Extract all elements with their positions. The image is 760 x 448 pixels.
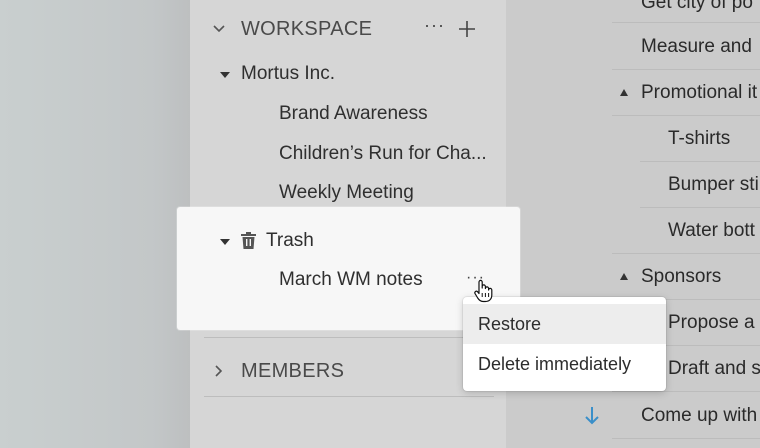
hand-cursor-icon [473,279,495,308]
plus-icon[interactable] [456,18,478,40]
task-item[interactable]: Bumper sti [668,162,759,208]
page-label: Weekly Meeting [279,182,414,203]
menu-item-label: Delete immediately [478,353,632,374]
task-label: Get city of po [641,0,753,13]
arrow-down-icon[interactable] [584,406,600,432]
divider [612,391,760,392]
divider [204,337,494,338]
task-label: T-shirts [668,128,731,149]
trash-label: Trash [266,230,314,251]
task-label: Measure and [641,36,752,57]
task-item[interactable]: Draft and s [668,346,760,392]
caret-down-icon[interactable] [220,72,230,78]
caret-up-icon[interactable] [620,273,628,280]
task-item[interactable]: Come up with [585,393,758,439]
divider [204,396,494,397]
context-menu: Restore Delete immediately [463,297,666,391]
task-label: Propose a [668,312,755,333]
task-item[interactable]: T-shirts [668,116,730,162]
trash-item-label: March WM notes [279,269,423,290]
members-header[interactable]: MEMBERS [190,351,506,391]
caret-down-icon[interactable] [220,239,230,245]
org-label: Mortus Inc. [241,63,335,84]
task-label: Come up with [641,405,758,426]
task-label: Promotional it [641,82,758,103]
task-item[interactable]: Promotional it [620,70,758,116]
tree-item-page[interactable]: Weekly Meeting [279,178,414,208]
trash-icon [241,232,256,255]
app-window: WORKSPACE ··· Mortus Inc. Brand Awarenes… [0,0,760,448]
task-item[interactable]: Water bott [668,208,755,254]
trash-item[interactable]: March WM notes [279,265,423,295]
chevron-right-icon[interactable] [212,364,226,378]
page-label: Brand Awareness [279,103,428,124]
tree-item-page[interactable]: Children’s Run for Cha... [279,139,487,169]
tree-item-page[interactable]: Brand Awareness [279,99,428,129]
task-label: Water bott [668,220,755,241]
task-item[interactable]: Measure and [641,24,752,70]
more-icon[interactable]: ··· [424,15,445,36]
workspace-title: WORKSPACE [241,17,373,40]
caret-up-icon[interactable] [620,89,628,96]
task-label: Sponsors [641,266,722,287]
delete-immediately-menu-item[interactable]: Delete immediately [463,344,666,384]
task-item[interactable]: Propose a [668,300,755,346]
task-label: Bumper sti [668,174,759,195]
divider [612,438,760,439]
divider [612,22,760,23]
menu-item-label: Restore [478,313,542,334]
page-label: Children’s Run for Cha... [279,143,487,164]
task-label: Draft and s [668,358,760,379]
chevron-down-icon[interactable] [212,22,226,36]
restore-menu-item[interactable]: Restore [463,304,666,344]
background-area [0,0,190,448]
workspace-header[interactable]: WORKSPACE ··· [190,9,506,49]
members-title: MEMBERS [241,359,345,382]
task-item[interactable]: Sponsors [620,254,722,300]
